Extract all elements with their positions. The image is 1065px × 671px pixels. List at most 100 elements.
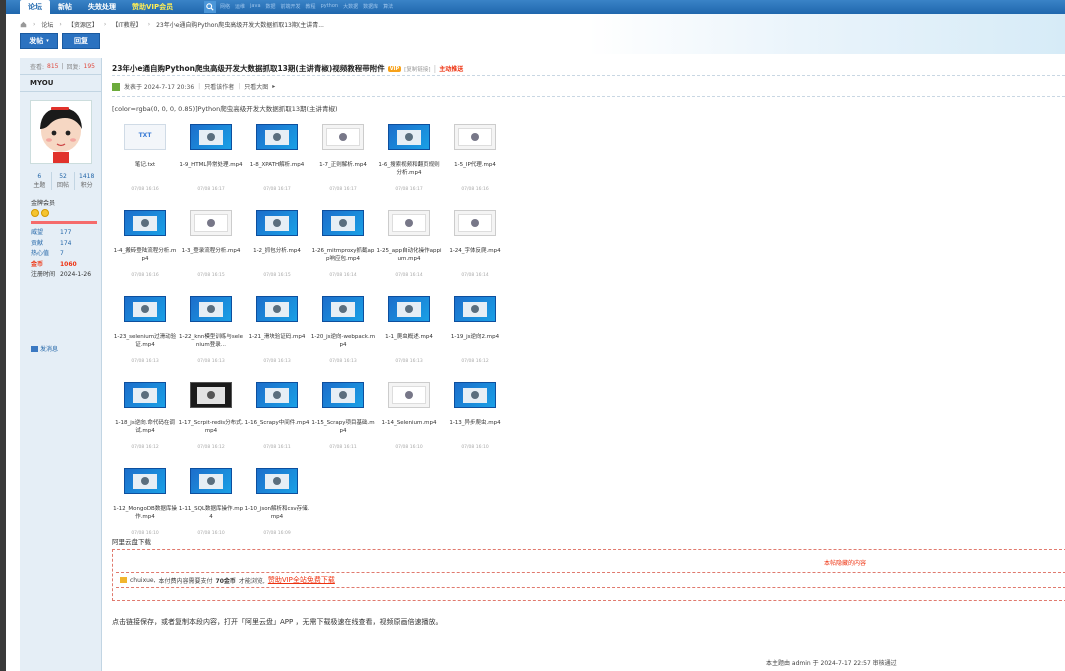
- attachment-name[interactable]: 1-25_app自动化操作appium.mp4: [376, 247, 442, 263]
- hotword[interactable]: java: [250, 3, 260, 10]
- attachment-name[interactable]: 1-10_json解析和csv存储.mp4: [244, 505, 310, 521]
- video-thumbnail[interactable]: [322, 124, 364, 150]
- attachment-name[interactable]: 1-18_js逆向.命代码在调试.mp4: [112, 419, 178, 435]
- attachment-name[interactable]: 1-6_搜索视频和翻页规则分析.mp4: [376, 161, 442, 177]
- video-thumbnail[interactable]: [256, 296, 298, 322]
- attachment-item[interactable]: 1-4_搬砖登陆流程分析.mp4 07/08 16:16: [112, 210, 178, 294]
- attachment-name[interactable]: 1-22_knn模型训练与selenium登录...: [178, 333, 244, 349]
- attachment-item[interactable]: 1-20_js逆向-webpack.mp4 07/08 16:13: [310, 296, 376, 380]
- video-thumbnail[interactable]: [124, 296, 166, 322]
- hotword[interactable]: 前端开发: [281, 3, 301, 10]
- attachment-item[interactable]: 1-26_mitmproxy抓截app响应包.mp4 07/08 16:14: [310, 210, 376, 294]
- video-thumbnail[interactable]: [454, 382, 496, 408]
- video-thumbnail[interactable]: [256, 210, 298, 236]
- search-button[interactable]: [204, 1, 216, 13]
- count-topics[interactable]: 6 主题: [28, 172, 52, 190]
- attachment-item[interactable]: 1-9_HTML异常处理.mp4 07/08 16:17: [178, 124, 244, 208]
- post-button[interactable]: 发帖 ▾: [20, 33, 58, 49]
- count-replies[interactable]: 52 回帖: [52, 172, 76, 190]
- attachment-item[interactable]: 1-24_字体反爬.mp4 07/08 16:14: [442, 210, 508, 294]
- attachment-item[interactable]: 1-13_异步爬虫.mp4 07/08 16:10: [442, 382, 508, 466]
- copy-link[interactable]: [复制链接]: [404, 65, 430, 73]
- avatar[interactable]: [30, 100, 92, 164]
- attachment-item[interactable]: 1-16_Scrapy中间件.mp4 07/08 16:11: [244, 382, 310, 466]
- big-image-only-link[interactable]: 只看大图: [244, 82, 268, 91]
- breadcrumb-thread[interactable]: 23年小e通自购Python爬虫高级开发大数据抓取13期(主讲青...: [156, 20, 324, 29]
- attachment-item[interactable]: 1-15_Scrapy项目基础.mp4 07/08 16:11: [310, 382, 376, 466]
- video-thumbnail[interactable]: [454, 210, 496, 236]
- attachment-item[interactable]: 1-19_js逆向2.mp4 07/08 16:12: [442, 296, 508, 380]
- attachment-item[interactable]: 1-14_Selenium.mp4 07/08 16:10: [376, 382, 442, 466]
- attachment-name[interactable]: 1-8_XPATH解析.mp4: [244, 161, 310, 169]
- hotword[interactable]: 教程: [306, 3, 316, 10]
- attachment-name[interactable]: 1-11_SQL数据库操作.mp4: [178, 505, 244, 521]
- video-thumbnail[interactable]: [322, 210, 364, 236]
- vip-free-download-link[interactable]: 赞助VIP全站免费下载: [268, 575, 335, 585]
- hotword[interactable]: 数据: [266, 3, 276, 10]
- video-thumbnail[interactable]: [454, 124, 496, 150]
- attachment-name[interactable]: 1-16_Scrapy中间件.mp4: [244, 419, 310, 427]
- video-thumbnail[interactable]: [454, 296, 496, 322]
- video-thumbnail[interactable]: [190, 468, 232, 494]
- nav-item-invalid-report[interactable]: 失效处理: [80, 0, 124, 14]
- attachment-item[interactable]: 1-10_json解析和csv存储.mp4 07/08 16:09: [244, 468, 310, 552]
- count-points[interactable]: 1418 积分: [75, 172, 98, 190]
- attachment-name[interactable]: 1-17_Scrpit-redis分布式.mp4: [178, 419, 244, 435]
- attachment-item[interactable]: 1-8_XPATH解析.mp4 07/08 16:17: [244, 124, 310, 208]
- breadcrumb-forum[interactable]: 【IT教程】: [112, 20, 141, 29]
- video-thumbnail[interactable]: [388, 296, 430, 322]
- video-thumbnail[interactable]: [124, 210, 166, 236]
- video-thumbnail[interactable]: [388, 210, 430, 236]
- attachment-name[interactable]: 1-3_登录流程分析.mp4: [178, 247, 244, 255]
- hotword[interactable]: 算法: [383, 3, 393, 10]
- video-thumbnail[interactable]: [190, 124, 232, 150]
- hotword[interactable]: 大数据: [343, 3, 358, 10]
- user-group[interactable]: 金牌会员: [31, 198, 55, 207]
- attachment-name[interactable]: 1-21_滑块验证码.mp4: [244, 333, 310, 341]
- attachment-item[interactable]: 1-17_Scrpit-redis分布式.mp4 07/08 16:12: [178, 382, 244, 466]
- attachment-name[interactable]: 1-26_mitmproxy抓截app响应包.mp4: [310, 247, 376, 263]
- send-message-link[interactable]: 发消息: [31, 344, 58, 353]
- attachment-name[interactable]: 1-7_正则解析.mp4: [310, 161, 376, 169]
- attachment-item[interactable]: TXT 笔记.txt 07/08 16:16: [112, 124, 178, 208]
- video-thumbnail[interactable]: [388, 382, 430, 408]
- attachment-name[interactable]: 1-19_js逆向2.mp4: [442, 333, 508, 341]
- attachment-item[interactable]: 1-3_登录流程分析.mp4 07/08 16:15: [178, 210, 244, 294]
- attachment-name[interactable]: 笔记.txt: [112, 161, 178, 169]
- video-thumbnail[interactable]: [190, 382, 232, 408]
- video-thumbnail[interactable]: [256, 124, 298, 150]
- attachment-name[interactable]: 1-12_MongoDB数据库操作.mp4: [112, 505, 178, 521]
- breadcrumb-home[interactable]: 论坛: [41, 20, 53, 29]
- video-thumbnail[interactable]: [190, 296, 232, 322]
- author-name[interactable]: MYOU: [20, 75, 101, 92]
- hotword[interactable]: python: [321, 3, 339, 10]
- attachment-name[interactable]: 1-20_js逆向-webpack.mp4: [310, 333, 376, 349]
- hotword[interactable]: 网络: [220, 3, 230, 10]
- breadcrumb-section[interactable]: 【资源区】: [68, 20, 98, 29]
- home-icon[interactable]: [20, 21, 27, 28]
- attachment-item[interactable]: 1-22_knn模型训练与selenium登录... 07/08 16:13: [178, 296, 244, 380]
- attachment-item[interactable]: 1-5_IP代理.mp4 07/08 16:16: [442, 124, 508, 208]
- attachment-name[interactable]: 1-4_搬砖登陆流程分析.mp4: [112, 247, 178, 263]
- hotword[interactable]: 数据库: [363, 3, 378, 10]
- attachment-item[interactable]: 1-7_正则解析.mp4 07/08 16:17: [310, 124, 376, 208]
- attachment-item[interactable]: 1-1_爬虫概述.mp4 07/08 16:13: [376, 296, 442, 380]
- attachment-name[interactable]: 1-1_爬虫概述.mp4: [376, 333, 442, 341]
- attachment-item[interactable]: 1-2_抓包分析.mp4 07/08 16:15: [244, 210, 310, 294]
- attachment-name[interactable]: 1-15_Scrapy项目基础.mp4: [310, 419, 376, 435]
- nav-item-new-posts[interactable]: 新帖: [50, 0, 80, 14]
- attachment-name[interactable]: 1-14_Selenium.mp4: [376, 419, 442, 427]
- attachment-name[interactable]: 1-13_异步爬虫.mp4: [442, 419, 508, 427]
- nav-item-forum[interactable]: 论坛: [20, 0, 50, 14]
- attachment-item[interactable]: 1-21_滑块验证码.mp4 07/08 16:13: [244, 296, 310, 380]
- video-thumbnail[interactable]: [190, 210, 232, 236]
- video-thumbnail[interactable]: [124, 468, 166, 494]
- video-thumbnail[interactable]: [322, 382, 364, 408]
- attachment-name[interactable]: 1-24_字体反爬.mp4: [442, 247, 508, 255]
- author-only-link[interactable]: 只看该作者: [204, 82, 234, 91]
- attachment-name[interactable]: 1-2_抓包分析.mp4: [244, 247, 310, 255]
- attachment-item[interactable]: 1-25_app自动化操作appium.mp4 07/08 16:14: [376, 210, 442, 294]
- attachment-item[interactable]: 1-23_selenium过滑动验证.mp4 07/08 16:13: [112, 296, 178, 380]
- reply-button[interactable]: 回复: [62, 33, 100, 49]
- attachment-name[interactable]: 1-9_HTML异常处理.mp4: [178, 161, 244, 169]
